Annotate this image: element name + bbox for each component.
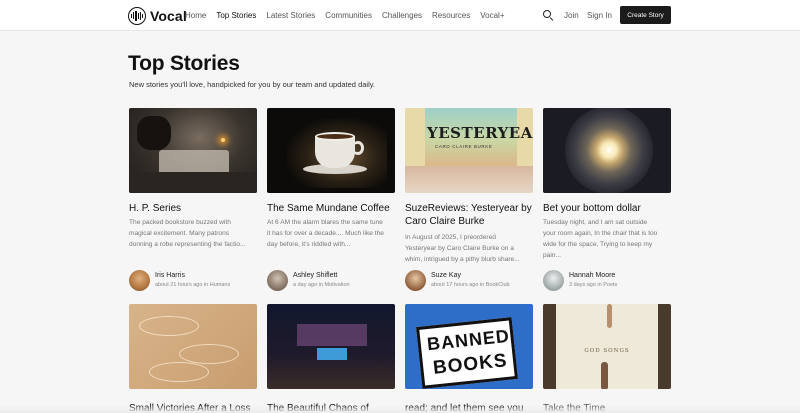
nav-vocal-plus[interactable]: Vocal+ bbox=[480, 11, 504, 20]
story-card[interactable]: Bet your bottom dollar Tuesday night, an… bbox=[543, 108, 671, 291]
story-card[interactable]: Small Victories After a Loss bbox=[129, 304, 257, 413]
story-author[interactable]: Hannah Moore 3 days ago in Poets bbox=[543, 270, 617, 291]
story-card[interactable]: BANNED BOOKS read; and let them see you bbox=[405, 304, 533, 413]
page-title: Top Stories bbox=[128, 52, 240, 75]
story-card[interactable]: The Beautiful Chaos of bbox=[267, 304, 395, 413]
sign-in-link[interactable]: Sign In bbox=[587, 11, 612, 20]
story-card[interactable]: YESTERYEAR CARO CLAIRE BURKE SuzeReviews… bbox=[405, 108, 533, 291]
author-name[interactable]: Iris Harris bbox=[155, 271, 230, 281]
story-meta: about 21 hours ago in Humans bbox=[155, 282, 231, 288]
author-name[interactable]: Ashley Shiflett bbox=[293, 271, 350, 281]
search-icon[interactable] bbox=[543, 10, 553, 21]
story-thumbnail[interactable] bbox=[267, 304, 395, 389]
author-name[interactable]: Suze Kay bbox=[431, 271, 510, 281]
author-name[interactable]: Hannah Moore bbox=[569, 271, 617, 281]
page-subtitle: New stories you'll love, handpicked for … bbox=[129, 80, 376, 89]
story-thumbnail[interactable]: GOD SONGS bbox=[543, 304, 671, 389]
story-excerpt: In August of 2025, I preordered Yesterye… bbox=[405, 234, 520, 263]
cover-text: GOD SONGS bbox=[584, 348, 630, 354]
story-thumbnail[interactable] bbox=[129, 108, 257, 193]
avatar[interactable] bbox=[405, 270, 426, 291]
story-meta: about 17 hours ago in BookClub bbox=[431, 282, 510, 288]
story-thumbnail[interactable] bbox=[543, 108, 671, 193]
create-story-button[interactable]: Create Story bbox=[620, 6, 671, 24]
story-meta: a day ago in Motivation bbox=[293, 282, 350, 288]
scroll-fade bbox=[0, 405, 800, 413]
vocal-logo[interactable]: Vocal bbox=[128, 6, 187, 25]
story-title[interactable]: SuzeReviews: Yesteryear by Caro Claire B… bbox=[405, 202, 533, 228]
nav-communities[interactable]: Communities bbox=[325, 11, 372, 20]
story-meta: 3 days ago in Poets bbox=[569, 282, 618, 288]
story-title[interactable]: H. P. Series bbox=[129, 202, 257, 215]
avatar[interactable] bbox=[129, 270, 150, 291]
nav-home[interactable]: Home bbox=[185, 11, 206, 20]
story-thumbnail[interactable]: BANNED BOOKS bbox=[405, 304, 533, 389]
book-cover-author: CARO CLAIRE BURKE bbox=[435, 144, 493, 149]
nav-latest-stories[interactable]: Latest Stories bbox=[266, 11, 315, 20]
story-excerpt: At 6 AM the alarm blares the same tune i… bbox=[267, 219, 384, 248]
story-card[interactable]: H. P. Series The packed bookstore buzzed… bbox=[129, 108, 257, 291]
story-thumbnail[interactable] bbox=[129, 304, 257, 389]
logo-text: Vocal bbox=[150, 7, 187, 24]
story-excerpt: Tuesday night, and I am sat outside your… bbox=[543, 219, 658, 259]
story-thumbnail[interactable]: YESTERYEAR CARO CLAIRE BURKE bbox=[405, 108, 533, 193]
nav-challenges[interactable]: Challenges bbox=[382, 11, 422, 20]
story-author[interactable]: Suze Kay about 17 hours ago in BookClub bbox=[405, 270, 510, 291]
nav-resources[interactable]: Resources bbox=[432, 11, 470, 20]
story-title[interactable]: Bet your bottom dollar bbox=[543, 202, 671, 215]
top-navigation-bar: Vocal Home Top Stories Latest Stories Co… bbox=[0, 0, 800, 31]
story-thumbnail[interactable] bbox=[267, 108, 395, 193]
story-author[interactable]: Iris Harris about 21 hours ago in Humans bbox=[129, 270, 230, 291]
story-excerpt: The packed bookstore buzzed with magical… bbox=[129, 219, 246, 248]
vocal-logo-icon bbox=[128, 6, 146, 25]
nav-top-stories[interactable]: Top Stories bbox=[216, 11, 256, 20]
story-card[interactable]: The Same Mundane Coffee At 6 AM the alar… bbox=[267, 108, 395, 291]
join-link[interactable]: Join bbox=[564, 11, 579, 20]
book-cover-title: YESTERYEAR bbox=[427, 124, 533, 142]
avatar[interactable] bbox=[543, 270, 564, 291]
story-card[interactable]: GOD SONGS Take the Time bbox=[543, 304, 671, 413]
avatar[interactable] bbox=[267, 270, 288, 291]
main-nav: Home Top Stories Latest Stories Communit… bbox=[185, 0, 515, 31]
story-author[interactable]: Ashley Shiflett a day ago in Motivation bbox=[267, 270, 350, 291]
story-title[interactable]: The Same Mundane Coffee bbox=[267, 202, 395, 215]
